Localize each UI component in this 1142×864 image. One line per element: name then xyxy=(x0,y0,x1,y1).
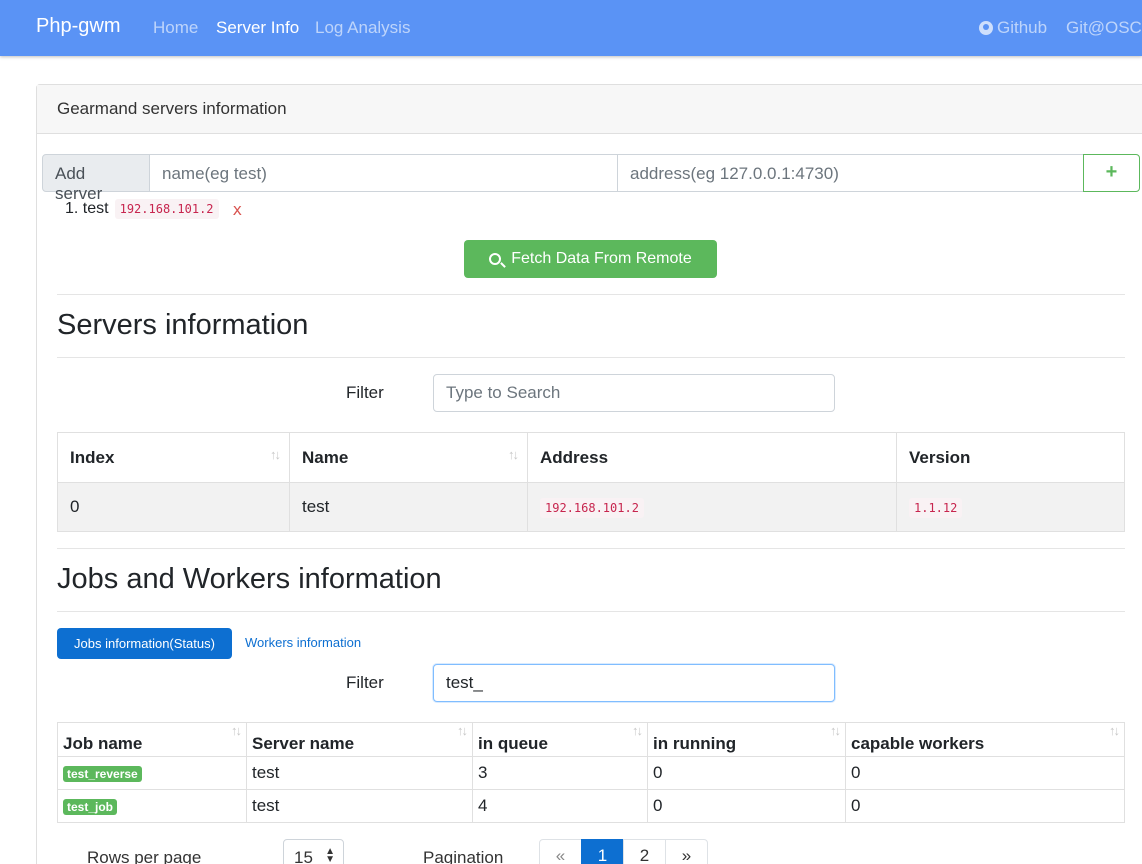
sort-icon[interactable]: ↑↓ xyxy=(270,447,281,462)
tab-jobs-status[interactable]: Jobs information(Status) xyxy=(57,628,232,659)
nav-github-label: Github xyxy=(997,18,1048,37)
cell-index: 0 xyxy=(57,482,290,532)
select-arrows-icon: ▲ ▼ xyxy=(325,846,335,864)
col-job-name[interactable]: Job name ↑↓ xyxy=(57,722,247,757)
github-icon xyxy=(979,21,993,35)
add-server-label: Add server xyxy=(42,154,150,203)
search-icon xyxy=(489,253,502,265)
cell-name: test xyxy=(289,482,528,532)
table-header-row: Job name ↑↓ Server name ↑↓ in queue ↑↓ in r… xyxy=(57,722,1125,757)
jobs-filter-input[interactable]: test_ xyxy=(433,664,835,702)
remove-server-button[interactable]: x xyxy=(233,200,243,219)
cell-job: test_reverse xyxy=(57,756,247,790)
col-in-running[interactable]: in running ↑↓ xyxy=(647,722,846,757)
page-prev[interactable]: « xyxy=(539,839,582,864)
cell-queue: 4 xyxy=(472,789,648,823)
jobs-table: Job name ↑↓ Server name ↑↓ in queue ↑↓ in r… xyxy=(57,722,1125,823)
cell-workers: 0 xyxy=(845,789,1125,823)
table-row: 0 test 192.168.101.2 1.1.12 xyxy=(57,482,1125,532)
divider xyxy=(57,611,1125,612)
pagination-label: Pagination xyxy=(423,848,504,864)
col-index[interactable]: Index ↑↓ xyxy=(57,432,290,483)
col-version: Version xyxy=(896,432,1125,483)
nav-home[interactable]: Home xyxy=(153,18,198,38)
page-next[interactable]: » xyxy=(665,839,708,864)
cell-queue: 3 xyxy=(472,756,648,790)
fetch-data-label: Fetch Data From Remote xyxy=(511,250,692,267)
table-row: test_job test 4 0 0 xyxy=(57,789,1125,823)
rows-per-page-value: 15 xyxy=(294,848,313,864)
col-address: Address xyxy=(527,432,897,483)
sort-icon[interactable]: ↑↓ xyxy=(632,723,643,738)
nav-log-analysis[interactable]: Log Analysis xyxy=(315,18,410,38)
server-item-name: test xyxy=(82,200,109,217)
server-list-item: 1. test 192.168.101.2 x xyxy=(65,199,242,219)
brand-logo[interactable]: Php-gwm xyxy=(36,15,120,38)
table-row: test_reverse test 3 0 0 xyxy=(57,756,1125,790)
sort-icon[interactable]: ↑↓ xyxy=(1109,723,1120,738)
server-item-index: 1. xyxy=(65,200,79,217)
job-badge: test_job xyxy=(63,799,118,815)
divider xyxy=(57,548,1125,549)
card-header: Gearmand servers information xyxy=(37,85,1142,134)
servers-table: Index ↑↓ Name ↑↓ Address Version 0 test 19… xyxy=(57,432,1125,532)
col-name[interactable]: Name ↑↓ xyxy=(289,432,528,483)
cell-server: test xyxy=(246,789,473,823)
job-badge: test_reverse xyxy=(63,766,142,782)
divider xyxy=(57,294,1125,295)
server-name-input[interactable]: name(eg test) xyxy=(149,154,618,192)
sort-icon[interactable]: ↑↓ xyxy=(508,447,519,462)
rows-per-page-select[interactable]: 15 ▲ ▼ xyxy=(283,839,344,864)
nav-git-osc[interactable]: Git@OSC xyxy=(1066,18,1142,38)
server-address-input[interactable]: address(eg 127.0.0.1:4730) xyxy=(617,154,1084,192)
cell-version: 1.1.12 xyxy=(896,482,1125,532)
navbar: Php-gwm Home Server Info Log Analysis Gi… xyxy=(0,0,1142,56)
servers-filter-input[interactable]: Type to Search xyxy=(433,374,835,412)
cell-running: 0 xyxy=(647,756,846,790)
sort-icon[interactable]: ↑↓ xyxy=(457,723,468,738)
nav-github[interactable]: Github xyxy=(979,18,1047,38)
divider xyxy=(57,357,1125,358)
col-capable-workers[interactable]: capable workers ↑↓ xyxy=(845,722,1125,757)
fetch-data-button[interactable]: Fetch Data From Remote xyxy=(464,240,717,278)
tab-workers[interactable]: Workers information xyxy=(245,635,361,650)
servers-filter-label: Filter xyxy=(346,383,384,402)
page-1[interactable]: 1 xyxy=(581,839,624,864)
jobs-info-title: Jobs and Workers information xyxy=(57,563,442,595)
server-item-address: 192.168.101.2 xyxy=(114,199,219,219)
cell-address: 192.168.101.2 xyxy=(527,482,897,532)
cell-job: test_job xyxy=(57,789,247,823)
sort-icon[interactable]: ↑↓ xyxy=(830,723,841,738)
nav-server-info[interactable]: Server Info xyxy=(216,18,299,38)
rows-per-page-label: Rows per page xyxy=(87,848,202,864)
cell-server: test xyxy=(246,756,473,790)
page-2[interactable]: 2 xyxy=(623,839,666,864)
add-server-button[interactable]: + xyxy=(1083,154,1140,192)
cell-running: 0 xyxy=(647,789,846,823)
servers-info-title: Servers information xyxy=(57,309,309,341)
col-server-name[interactable]: Server name ↑↓ xyxy=(246,722,473,757)
col-in-queue[interactable]: in queue ↑↓ xyxy=(472,722,648,757)
table-header-row: Index ↑↓ Name ↑↓ Address Version xyxy=(57,432,1125,483)
sort-icon[interactable]: ↑↓ xyxy=(231,723,242,738)
cell-workers: 0 xyxy=(845,756,1125,790)
jobs-filter-label: Filter xyxy=(346,673,384,692)
pagination: « 1 2 » xyxy=(539,839,708,864)
